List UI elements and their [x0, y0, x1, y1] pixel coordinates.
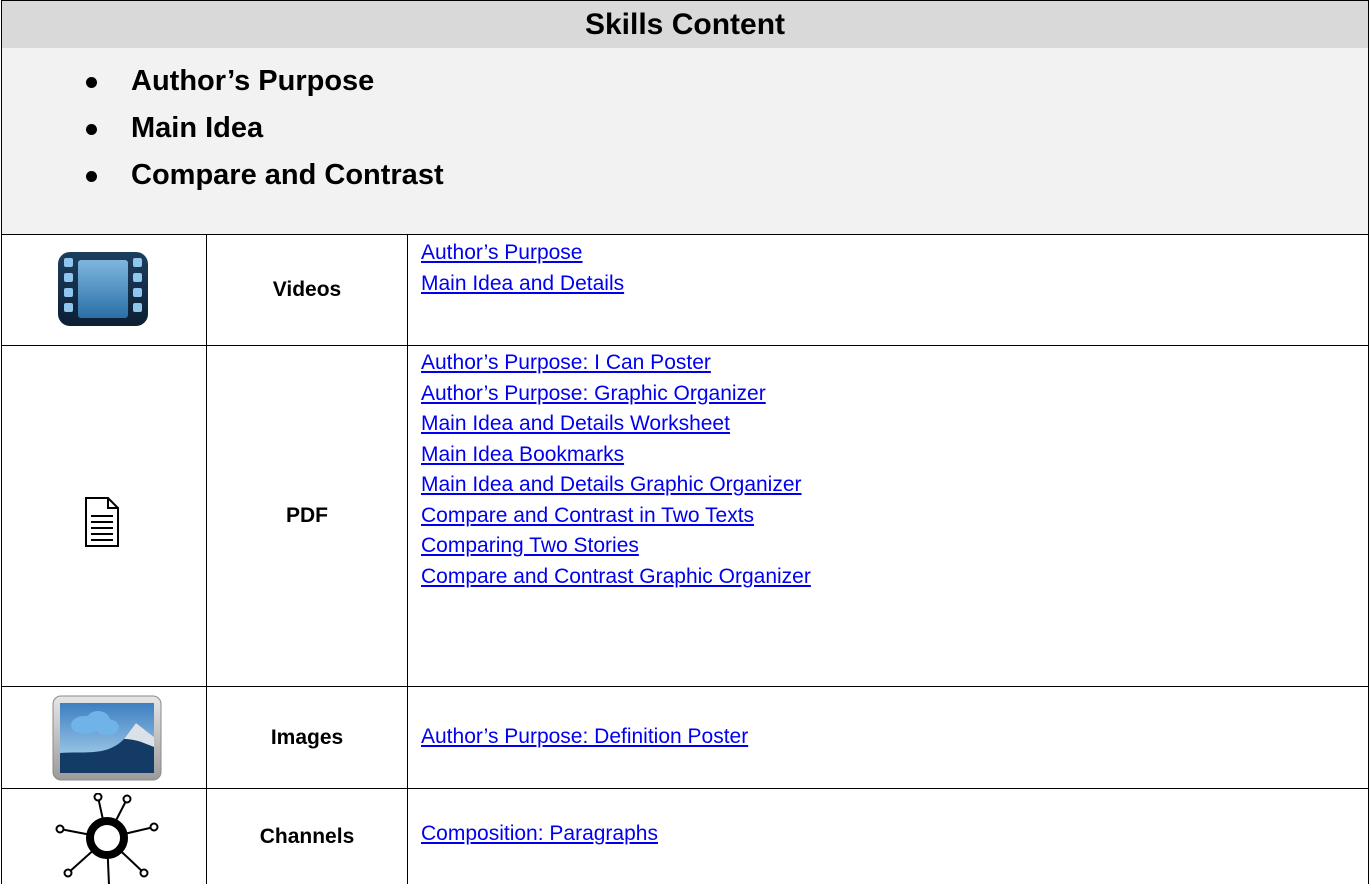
- content-type-label: PDF: [207, 346, 408, 686]
- skills-content-table: Skills Content Author’s Purpose Main Ide…: [1, 0, 1369, 886]
- content-type-label: Channels: [207, 789, 408, 884]
- links-cell: Author’s Purpose: Definition Poster: [408, 687, 1368, 788]
- skill-item: Main Idea: [86, 105, 1368, 152]
- resource-link[interactable]: Author’s Purpose: [421, 238, 1368, 269]
- image-icon: [52, 695, 162, 786]
- icon-cell: [2, 687, 207, 788]
- table-row-pdf: PDF Author’s Purpose: I Can Poster Autho…: [2, 346, 1368, 687]
- content-type-label: Images: [207, 687, 408, 788]
- links-cell: Author’s Purpose Main Idea and Details: [408, 235, 1368, 345]
- skill-item: Compare and Contrast: [86, 152, 1368, 199]
- icon-cell: [2, 235, 207, 345]
- resource-link[interactable]: Main Idea and Details Graphic Organizer: [421, 470, 1368, 501]
- bullet-icon: [86, 171, 97, 182]
- bullet-icon: [86, 77, 97, 88]
- links-cell: Composition: Paragraphs: [408, 789, 1368, 884]
- table-title: Skills Content: [2, 0, 1368, 49]
- table-row-videos: Videos Author’s Purpose Main Idea and De…: [2, 235, 1368, 346]
- skills-list-panel: Author’s Purpose Main Idea Compare and C…: [2, 48, 1368, 235]
- icon-cell: [2, 789, 207, 886]
- icon-cell: [2, 346, 207, 686]
- table-row-images: Images Author’s Purpose: Definition Post…: [2, 687, 1368, 789]
- resource-link[interactable]: Comparing Two Stories: [421, 531, 1368, 562]
- skills-list: Author’s Purpose Main Idea Compare and C…: [2, 48, 1368, 199]
- resource-link[interactable]: Composition: Paragraphs: [421, 819, 1368, 850]
- channels-hub-icon: [54, 792, 160, 889]
- document-icon: [84, 496, 120, 553]
- resource-link[interactable]: Author’s Purpose: I Can Poster: [421, 348, 1368, 379]
- film-strip-icon: [56, 250, 150, 333]
- table-row-channels: Channels Composition: Paragraphs: [2, 789, 1368, 886]
- resource-link[interactable]: Main Idea and Details Worksheet: [421, 409, 1368, 440]
- skill-item: Author’s Purpose: [86, 58, 1368, 105]
- resource-link[interactable]: Compare and Contrast Graphic Organizer: [421, 562, 1368, 593]
- links-cell: Author’s Purpose: I Can Poster Author’s …: [408, 346, 1368, 686]
- resource-link[interactable]: Author’s Purpose: Definition Poster: [421, 722, 1368, 753]
- resource-link[interactable]: Main Idea and Details: [421, 269, 1368, 300]
- resource-link[interactable]: Main Idea Bookmarks: [421, 440, 1368, 471]
- resource-link[interactable]: Author’s Purpose: Graphic Organizer: [421, 379, 1368, 410]
- resource-link[interactable]: Compare and Contrast in Two Texts: [421, 501, 1368, 532]
- bullet-icon: [86, 124, 97, 135]
- content-type-label: Videos: [207, 235, 408, 345]
